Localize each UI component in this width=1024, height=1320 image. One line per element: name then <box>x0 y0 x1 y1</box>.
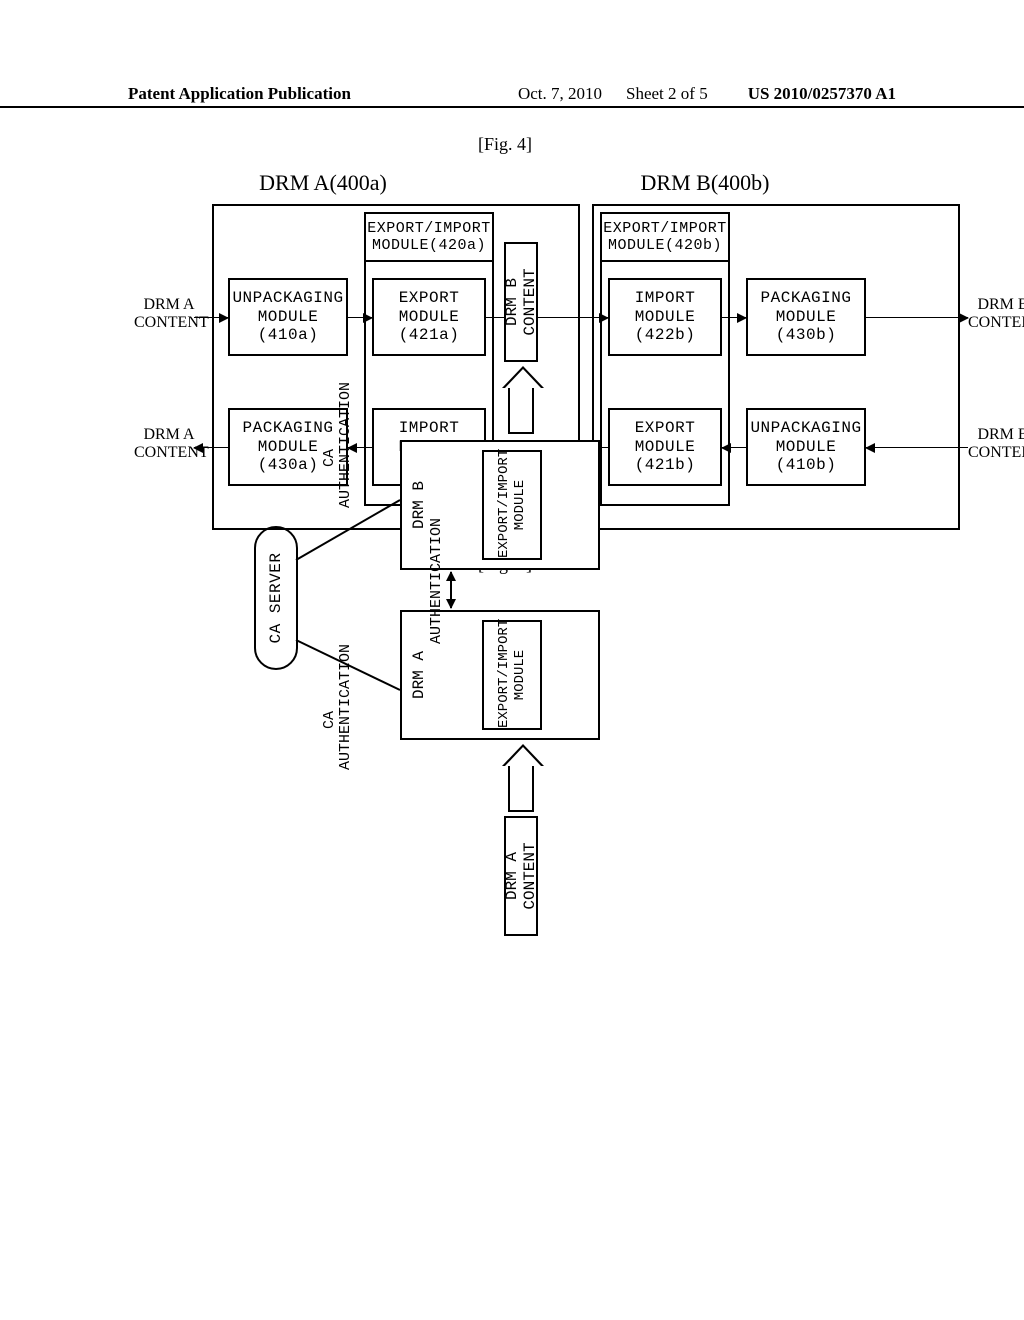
drm-b-content-bottom: DRM BCONTENT <box>968 426 1024 461</box>
fig5-drm-b-label: DRM B <box>410 440 428 570</box>
publication-date: Oct. 7, 2010 <box>518 84 602 104</box>
publication-number: US 2010/0257370 A1 <box>748 84 896 104</box>
drm-a-export-import-module: EXPORT/IMPORTMODULE(420a) <box>364 212 494 262</box>
figure-4-caption: [Fig. 4] <box>478 134 532 155</box>
ca-server-node: CA SERVER <box>254 526 298 670</box>
fig5-drm-a-label: DRM A <box>410 610 428 740</box>
arrow-right-icon <box>508 388 534 434</box>
ca-auth-a-label: CAAUTHENTICATION <box>322 670 354 770</box>
arrow-right-icon <box>194 317 228 318</box>
drm-b-title: DRM B(400b) <box>525 170 885 196</box>
fig5-drm-a-expimp: EXPORT/IMPORTMODULE <box>482 620 542 730</box>
ca-auth-b-label: CAAUTHENTICATION <box>322 408 354 508</box>
arrow-left-icon <box>722 447 746 448</box>
page-header: Patent Application Publication Oct. 7, 2… <box>0 86 1024 108</box>
sheet-indicator: Sheet 2 of 5 <box>626 84 708 104</box>
drm-b-export-module: EXPORTMODULE(421b) <box>608 408 722 486</box>
drm-a-title: DRM A(400a) <box>143 170 503 196</box>
drm-b-content-top: DRM BCONTENT <box>968 296 1024 331</box>
fig5-drm-a-content: DRM A CONTENT <box>504 816 538 936</box>
drm-a-content-top: DRM ACONTENT <box>134 296 204 331</box>
arrow-right-icon <box>866 317 968 318</box>
arrow-left-icon <box>194 447 228 448</box>
figure-5: DRM A CONTENT DRM A EXPORT/IMPORTMODULE … <box>250 260 610 940</box>
drm-b-unpackaging-module: UNPACKAGINGMODULE(410b) <box>746 408 866 486</box>
arrow-right-icon <box>722 317 746 318</box>
drm-b-packaging-module: PACKAGINGMODULE(430b) <box>746 278 866 356</box>
publication-type: Patent Application Publication <box>128 84 351 104</box>
drm-b-export-import-module: EXPORT/IMPORTMODULE(420b) <box>600 212 730 262</box>
divider-line <box>728 262 730 506</box>
arrow-right-icon <box>508 766 534 812</box>
fig5-drm-b-content: DRM B CONTENT <box>504 242 538 362</box>
figure-4-titles: DRM A(400a) DRM B(400b) <box>132 170 896 196</box>
divider-line <box>600 504 730 506</box>
drm-b-import-module: IMPORTMODULE(422b) <box>608 278 722 356</box>
fig5-drm-b-expimp: EXPORT/IMPORTMODULE <box>482 450 542 560</box>
arrow-left-icon <box>866 447 968 448</box>
authentication-arrow <box>450 572 452 608</box>
authentication-label: AUTHENTICATION <box>428 534 445 644</box>
